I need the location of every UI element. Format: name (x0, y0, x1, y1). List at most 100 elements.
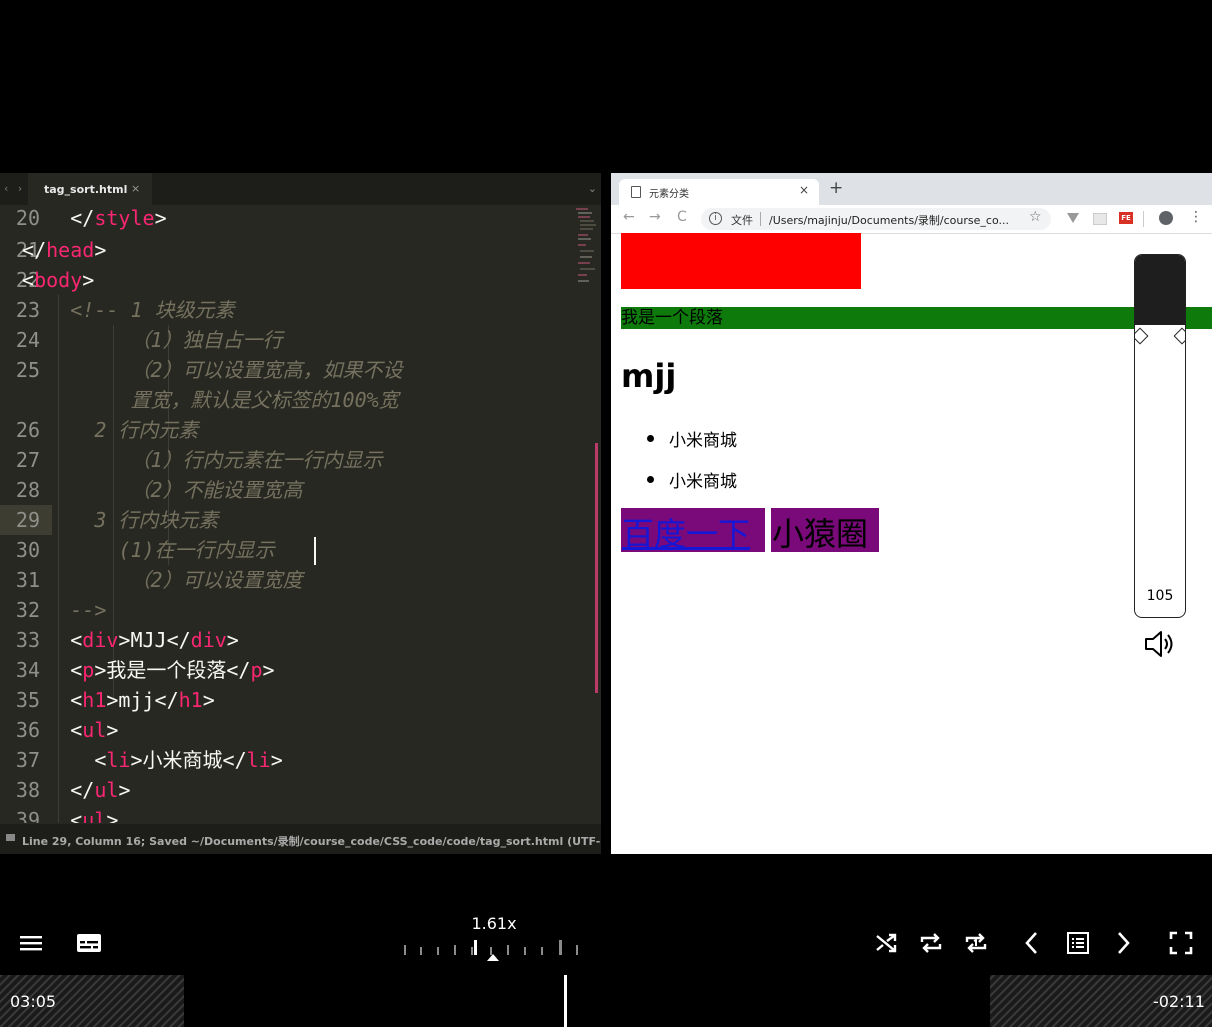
code-tag-name: li (246, 748, 271, 772)
code-area[interactable]: 20 </style> 21 </head> 22 <body> 23 <!-- 1 块级元素… (0, 205, 598, 823)
line-number: 25 (15, 358, 40, 382)
list-item: 小米商城 (669, 431, 737, 451)
code-token: > (154, 206, 167, 230)
code-token: <!-- 1 块级元素 (70, 298, 235, 322)
editor-scrollbar[interactable] (595, 443, 598, 693)
list-bullet (647, 476, 654, 483)
volume-fill (1135, 255, 1185, 325)
line-number: 35 (15, 688, 40, 712)
extension-icon[interactable] (1093, 213, 1107, 225)
list-bullet (647, 435, 654, 442)
code-tag-name: p (250, 658, 263, 682)
close-icon[interactable]: × (131, 182, 140, 195)
code-token: </ (70, 206, 95, 230)
new-tab-button[interactable]: + (829, 178, 843, 198)
file-label: 文件 (731, 214, 753, 227)
playhead[interactable] (564, 975, 567, 1027)
address-bar[interactable]: i 文件 /Users/majinju/Documents/录制/course_… (701, 208, 1051, 230)
repeat-icon[interactable] (918, 931, 944, 955)
code-token: 3 行内块元素 (94, 508, 219, 532)
code-token: < (70, 808, 83, 823)
volume-slider[interactable]: 105 (1134, 254, 1186, 618)
minimap[interactable] (574, 207, 598, 285)
code-tag-name: p (82, 658, 95, 682)
page-heading: mjj (621, 357, 677, 395)
code-token: >我是一个段落</ (94, 658, 251, 682)
baidu-link[interactable]: 百度一下 (622, 509, 750, 555)
speaker-icon[interactable] (1143, 627, 1177, 661)
page-icon (631, 186, 641, 198)
code-line: <ul> (70, 715, 118, 745)
volume-handle-left[interactable] (1135, 327, 1149, 345)
line-number: 30 (15, 538, 40, 562)
code-token: （2）可以设置宽度 (130, 568, 303, 592)
code-comment-line: <!-- 1 块级元素 (70, 295, 234, 325)
editor-tab-tag-sort[interactable]: tag_sort.html × (28, 173, 152, 205)
extension-vue-icon[interactable] (1067, 213, 1079, 223)
profile-avatar-icon[interactable] (1159, 211, 1173, 225)
line-number: 26 (15, 418, 40, 442)
menu-kebab-icon[interactable]: ⋮ (1189, 209, 1203, 225)
chevron-down-icon[interactable]: ⌄ (588, 182, 597, 195)
line-number: 24 (15, 328, 40, 352)
status-icon (6, 834, 15, 841)
editor-tab-bar: ‹ › tag_sort.html × ⌄ (0, 173, 601, 205)
line-number: 23 (15, 298, 40, 322)
code-comment-line: 3 行内块元素 (94, 505, 218, 535)
browser-tab-title: 元素分类 (649, 189, 689, 200)
code-line: <body> (22, 265, 94, 295)
code-comment-line: （2）不能设置宽高 (131, 475, 303, 505)
code-token: (1)在一行内显示 (118, 538, 275, 562)
bookmark-star-icon[interactable]: ☆ (1029, 209, 1042, 225)
volume-handle-right[interactable] (1173, 327, 1185, 345)
repeat-one-icon[interactable] (963, 931, 989, 955)
code-tag-name: h1 (178, 688, 203, 712)
code-token: > (118, 778, 131, 802)
code-token: > (106, 808, 119, 823)
chevron-left-icon[interactable] (1022, 931, 1042, 955)
reload-icon[interactable]: C (677, 209, 687, 225)
line-number: 27 (15, 448, 40, 472)
fullscreen-icon[interactable] (1169, 931, 1193, 955)
code-token: >mjj</ (106, 688, 179, 712)
code-comment-line: （2）可以设置宽度 (131, 565, 303, 595)
page-content: 我是一个段落 mjj 小米商城 小米商城 百度一下 小猿圈 105 (611, 233, 1212, 854)
code-token: （1）行内元素在一行内显示 (130, 448, 383, 472)
playback-speed-slider[interactable] (400, 937, 584, 961)
status-text: Line 29, Column 16; Saved ~/Documents/录制… (22, 835, 601, 848)
code-token: （2）可以设置宽高，如果不设 (130, 358, 403, 382)
shuffle-icon[interactable] (874, 931, 898, 955)
code-token: < (70, 688, 83, 712)
red-div-block (621, 233, 861, 289)
info-icon[interactable]: i (709, 212, 722, 225)
url-text[interactable]: /Users/majinju/Documents/录制/course_co... (769, 212, 1009, 228)
subtitles-icon[interactable] (76, 931, 102, 955)
code-comment-line: （1）独自占一行 (131, 325, 283, 355)
code-token: 置宽，默认是父标签的100%宽 (130, 388, 399, 412)
code-line: </head> (22, 235, 106, 265)
playlist-icon[interactable] (1066, 931, 1090, 955)
menu-icon[interactable] (18, 931, 44, 955)
code-comment-line: 2 行内元素 (94, 415, 198, 445)
timeline-scrubber[interactable] (0, 975, 1212, 1027)
line-number: 37 (15, 748, 40, 772)
tab-nav-arrows[interactable]: ‹ › (4, 182, 25, 195)
paragraph-text: 我是一个段落 (621, 308, 723, 328)
browser-tab[interactable]: 元素分类 × (619, 179, 819, 205)
code-token: </ (22, 238, 47, 262)
code-token: （1）独自占一行 (130, 328, 283, 352)
back-icon[interactable]: ← (623, 209, 635, 225)
code-token: < (70, 628, 83, 652)
close-icon[interactable]: × (799, 183, 809, 197)
chevron-right-icon[interactable] (1113, 931, 1133, 955)
code-tag-name: div (82, 628, 119, 652)
code-token: > (262, 658, 275, 682)
line-number: 34 (15, 658, 40, 682)
line-number: 36 (15, 718, 40, 742)
code-token: > (226, 628, 239, 652)
extension-fe-icon[interactable]: FE (1119, 212, 1133, 224)
code-tag-name: ul (82, 718, 107, 742)
line-number: 29 (15, 508, 40, 532)
forward-icon[interactable]: → (649, 209, 661, 225)
code-token: < (22, 268, 35, 292)
